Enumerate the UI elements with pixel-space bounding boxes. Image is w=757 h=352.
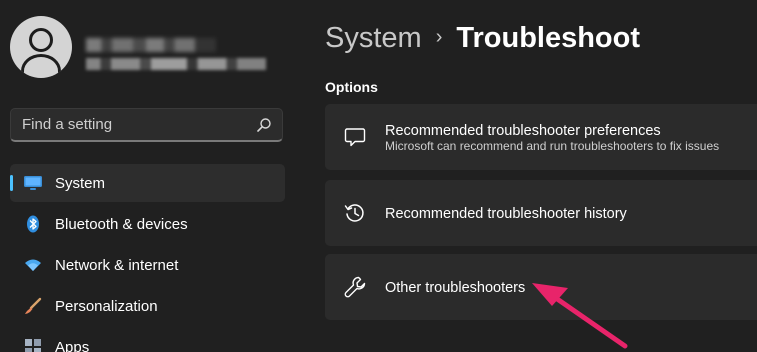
- search-icon[interactable]: [256, 117, 272, 133]
- breadcrumb: System › Troubleshoot: [325, 22, 640, 55]
- card-title: Recommended troubleshooter history: [385, 206, 627, 222]
- redacted-user-name: [86, 38, 216, 52]
- avatar-body-shape: [21, 54, 61, 78]
- monitor-icon: [22, 172, 44, 194]
- wrench-icon: [344, 276, 366, 298]
- chevron-right-icon: ›: [435, 26, 443, 48]
- history-icon: [344, 204, 364, 222]
- section-label-options: Options: [325, 79, 378, 95]
- settings-window: System Bluetooth & devices Network & int…: [0, 0, 757, 352]
- sidebar-item-personalization[interactable]: Personalization: [10, 287, 285, 325]
- sidebar-item-system[interactable]: System: [10, 164, 285, 202]
- chat-bubble-icon: [344, 128, 366, 147]
- annotation-arrow-icon: [532, 283, 628, 349]
- sidebar-item-label: Network & internet: [55, 256, 179, 274]
- wifi-icon: [22, 254, 44, 276]
- avatar-head-shape: [29, 28, 53, 52]
- sidebar-item-label: Bluetooth & devices: [55, 215, 188, 233]
- sidebar-item-label: Personalization: [55, 297, 158, 315]
- sidebar-item-label: System: [55, 174, 106, 192]
- page-title: Troubleshoot: [456, 22, 641, 54]
- sidebar-item-network-internet[interactable]: Network & internet: [10, 246, 285, 284]
- breadcrumb-parent[interactable]: System: [325, 22, 422, 54]
- bluetooth-icon: [22, 213, 44, 235]
- recommended-troubleshooter-preferences-card[interactable]: Recommended troubleshooter preferences M…: [325, 104, 757, 170]
- sidebar-item-label: Apps: [55, 338, 90, 352]
- recommended-troubleshooter-history-card[interactable]: Recommended troubleshooter history: [325, 180, 757, 246]
- card-title: Recommended troubleshooter preferences: [385, 123, 661, 139]
- avatar[interactable]: [10, 16, 72, 78]
- sidebar-item-apps[interactable]: Apps: [10, 328, 285, 352]
- card-description: Microsoft can recommend and run troubles…: [385, 139, 720, 153]
- apps-icon: [22, 336, 44, 352]
- card-title: Other troubleshooters: [385, 280, 526, 296]
- user-profile[interactable]: [10, 16, 300, 88]
- search-box[interactable]: [10, 108, 283, 142]
- search-input[interactable]: [11, 109, 251, 139]
- sidebar-item-bluetooth-devices[interactable]: Bluetooth & devices: [10, 205, 285, 243]
- sidebar-nav: System Bluetooth & devices Network & int…: [10, 164, 285, 352]
- selection-indicator: [10, 175, 13, 191]
- redacted-user-email: [86, 58, 266, 70]
- brush-icon: [22, 295, 44, 317]
